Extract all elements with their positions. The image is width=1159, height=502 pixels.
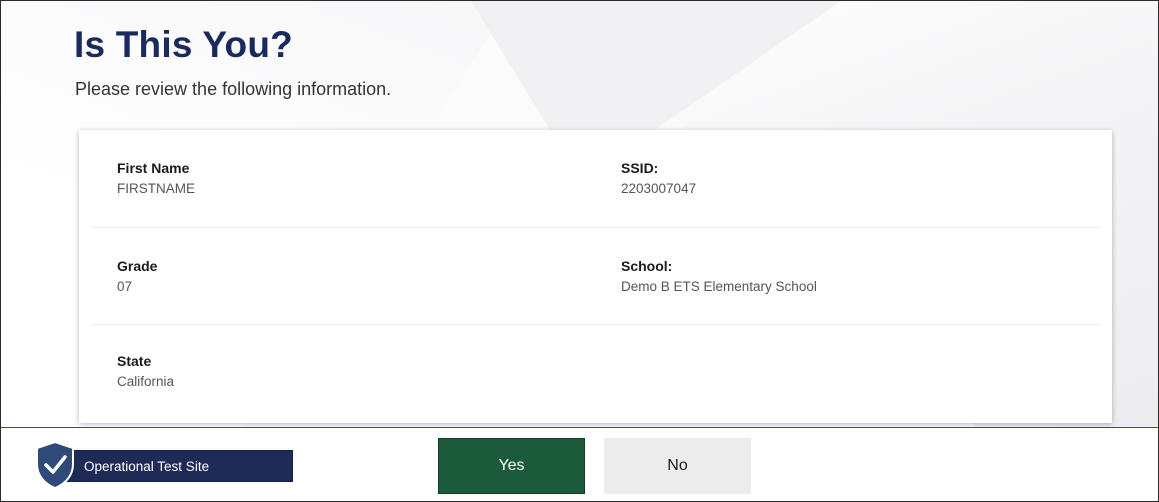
page-subtitle: Please review the following information. bbox=[75, 79, 392, 99]
ssid-value: 2203007047 bbox=[621, 181, 697, 196]
footer-bar: Operational Test Site Yes No bbox=[1, 428, 1158, 501]
ssid-field: SSID: 2203007047 bbox=[621, 160, 696, 196]
yes-button[interactable]: Yes bbox=[438, 438, 585, 494]
info-row: Grade 07 School: Demo B ETS Elementary S… bbox=[91, 228, 1100, 325]
app-window: Is This You? Please review the following… bbox=[0, 0, 1159, 502]
shield-check-icon bbox=[36, 440, 74, 490]
grade-field: Grade 07 bbox=[117, 258, 157, 294]
grade-label: Grade bbox=[117, 258, 158, 274]
page-title: Is This You? bbox=[74, 24, 293, 65]
no-button[interactable]: No bbox=[604, 438, 751, 494]
ssid-label: SSID: bbox=[621, 160, 659, 176]
info-row: State California bbox=[91, 325, 1100, 423]
state-value: California bbox=[117, 374, 175, 389]
school-value: Demo B ETS Elementary School bbox=[621, 279, 817, 294]
info-row: First Name FIRSTNAME SSID: 2203007047 bbox=[91, 130, 1100, 228]
site-label: Operational Test Site bbox=[84, 459, 210, 474]
school-label: School: bbox=[621, 258, 673, 274]
first-name-label: First Name bbox=[117, 160, 190, 176]
school-field: School: Demo B ETS Elementary School bbox=[621, 258, 817, 294]
site-badge: Operational Test Site bbox=[57, 450, 293, 482]
first-name-value: FIRSTNAME bbox=[117, 181, 196, 196]
grade-value: 07 bbox=[117, 279, 133, 294]
state-label: State bbox=[117, 353, 152, 369]
state-field: State California bbox=[117, 353, 174, 389]
student-info-card: First Name FIRSTNAME SSID: 2203007047 Gr… bbox=[79, 130, 1112, 423]
first-name-field: First Name FIRSTNAME bbox=[117, 160, 195, 196]
